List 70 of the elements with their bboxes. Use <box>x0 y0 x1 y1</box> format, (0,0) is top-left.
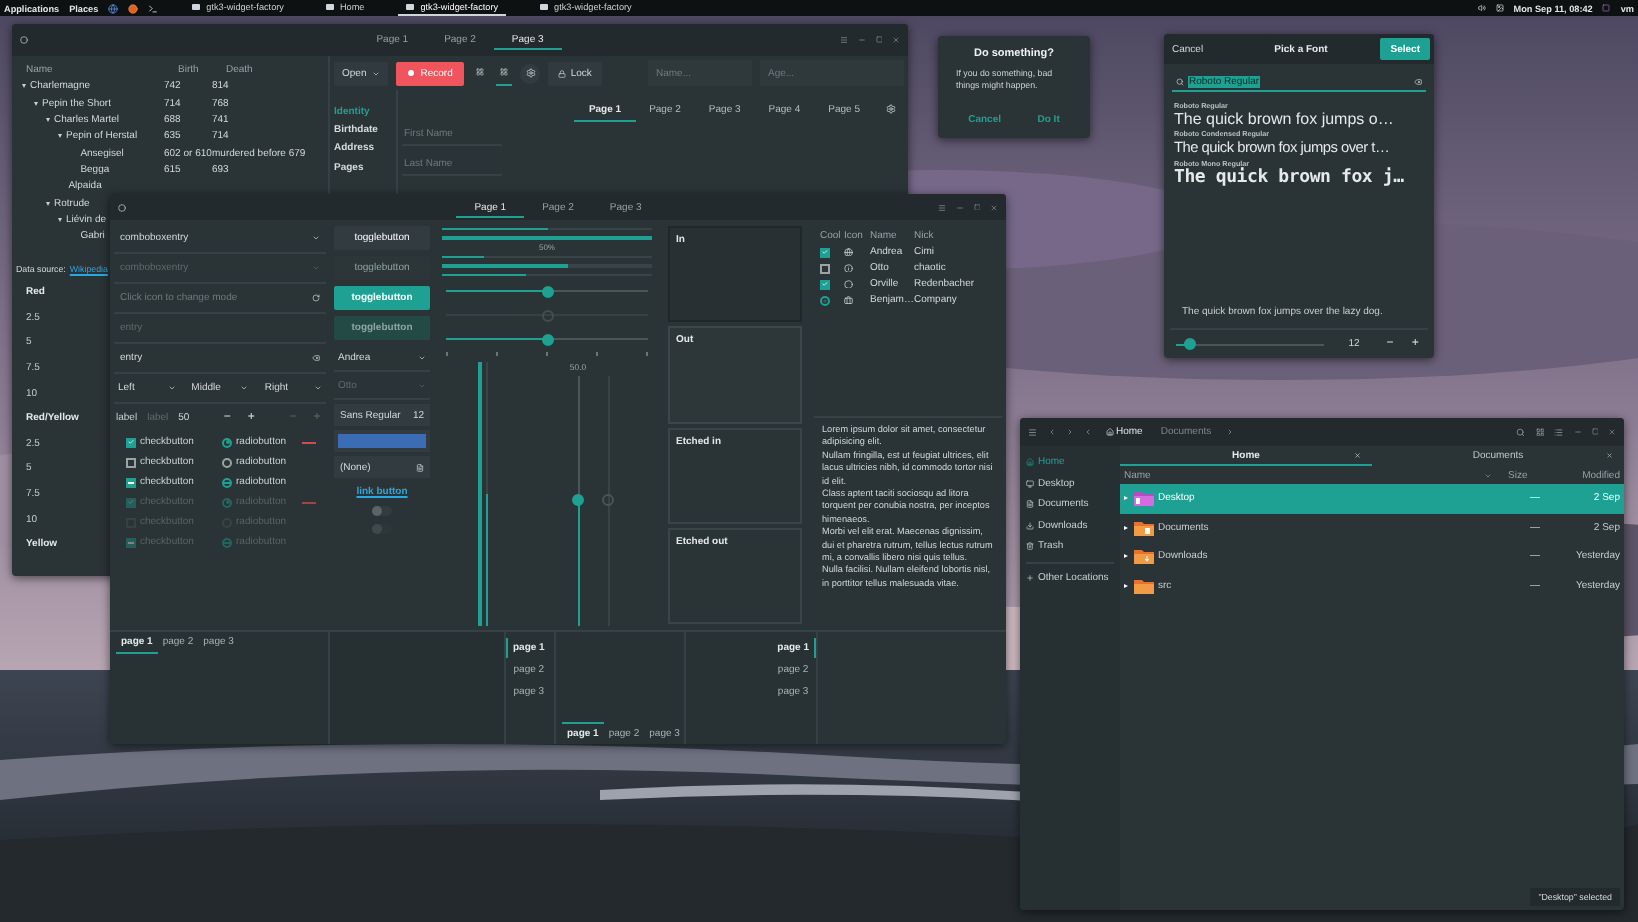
radio-button[interactable] <box>222 457 232 467</box>
menu-icon[interactable] <box>1554 427 1563 437</box>
download-icon <box>1026 521 1034 530</box>
radio-button[interactable] <box>222 437 232 447</box>
grid-icon <box>500 68 509 76</box>
checkbox[interactable] <box>820 247 830 257</box>
slider-thumb[interactable] <box>572 494 584 507</box>
checkbox[interactable] <box>820 263 830 273</box>
browser-icon[interactable] <box>108 3 119 13</box>
slider[interactable] <box>446 285 648 298</box>
maximize-icon[interactable] <box>875 36 882 44</box>
document-icon <box>416 463 424 471</box>
app-icon <box>20 36 28 44</box>
lock-icon <box>558 69 567 77</box>
checkbox[interactable] <box>126 457 136 467</box>
switch[interactable] <box>372 506 392 516</box>
grid-icon <box>476 68 485 76</box>
menu-icon[interactable] <box>937 203 945 211</box>
maximize-icon[interactable] <box>973 203 980 211</box>
document-icon <box>1026 500 1034 509</box>
info-icon <box>844 263 853 273</box>
refresh-icon[interactable] <box>312 294 320 302</box>
home-icon <box>1105 428 1113 436</box>
expander-arrow[interactable] <box>58 134 62 139</box>
expander-arrow[interactable] <box>58 217 62 222</box>
slider-thumb[interactable] <box>541 285 553 298</box>
settings-button[interactable] <box>520 63 541 83</box>
terminal-icon[interactable] <box>148 3 159 13</box>
settings-icon[interactable] <box>886 104 896 114</box>
settings-icon <box>525 68 536 78</box>
expander-arrow[interactable] <box>22 84 26 89</box>
checkbox[interactable] <box>126 437 136 447</box>
font-sample[interactable]: The quick brown fox jumps o… <box>1174 109 1424 127</box>
plus-icon <box>1026 573 1034 582</box>
slider-thumb[interactable] <box>1184 338 1197 350</box>
folder-icon <box>1134 490 1154 507</box>
size-slider[interactable] <box>1176 338 1325 350</box>
font-sample[interactable]: The quick brown fox j… <box>1174 167 1424 187</box>
expander-arrow[interactable] <box>46 118 50 123</box>
search-icon[interactable] <box>1516 427 1525 437</box>
volume-icon[interactable] <box>1477 4 1486 12</box>
expander-arrow[interactable] <box>46 201 50 206</box>
radio-button[interactable] <box>222 477 232 487</box>
menu-icon[interactable] <box>839 36 847 44</box>
folder-icon <box>1134 578 1154 595</box>
checkbox[interactable] <box>820 279 830 289</box>
folder-icon <box>1134 519 1154 536</box>
app-icon <box>118 203 126 211</box>
sidebar-icon[interactable] <box>1028 427 1037 437</box>
monitor-icon <box>1026 479 1034 488</box>
clear-icon[interactable] <box>312 354 320 362</box>
folder-icon <box>1134 548 1154 565</box>
circle-icon <box>844 279 853 289</box>
clear-icon[interactable] <box>1414 77 1422 85</box>
briefcase-icon <box>844 295 853 305</box>
circle-icon[interactable] <box>128 3 139 13</box>
search-icon <box>1176 77 1184 85</box>
user-icon <box>1602 4 1611 12</box>
checkbox[interactable] <box>820 295 830 305</box>
slider-thumb[interactable] <box>541 333 553 346</box>
home-icon <box>1026 458 1034 467</box>
slider[interactable] <box>446 333 648 346</box>
slider[interactable] <box>572 375 584 626</box>
display-icon[interactable] <box>1495 4 1504 12</box>
globe-icon <box>844 247 853 257</box>
expander-arrow[interactable] <box>34 101 38 106</box>
trash-icon <box>1026 542 1034 551</box>
checkbox[interactable] <box>126 477 136 487</box>
grid-view-icon[interactable] <box>1535 427 1544 437</box>
maximize-icon[interactable] <box>1591 428 1598 436</box>
